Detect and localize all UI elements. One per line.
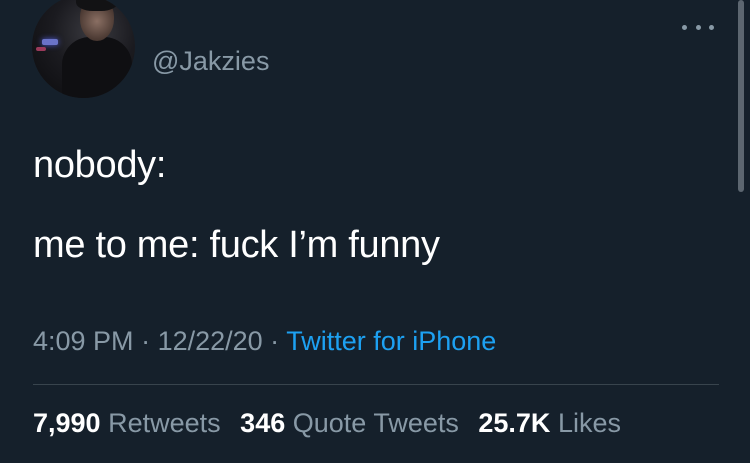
avatar-background-light: [42, 39, 58, 45]
tweet-stats: 7,990 Retweets 346 Quote Tweets 25.7K Li…: [33, 408, 633, 439]
meta-separator: ·: [133, 326, 158, 356]
meta-separator: ·: [262, 326, 287, 356]
retweets-count: 7,990: [33, 408, 101, 438]
likes-label: Likes: [557, 408, 621, 438]
dot: [695, 24, 701, 30]
likes-stat[interactable]: 25.7K Likes: [478, 408, 621, 438]
retweets-label: Retweets: [108, 408, 221, 438]
more-options-icon[interactable]: [682, 22, 714, 32]
dot: [709, 24, 714, 30]
quote-tweets-stat[interactable]: 346 Quote Tweets: [240, 408, 459, 438]
tweet-text-line: nobody:: [33, 144, 167, 186]
tweet-date: 12/22/20: [157, 326, 263, 356]
dot: [682, 24, 687, 30]
tweet-time: 4:09 PM: [33, 326, 134, 356]
avatar[interactable]: [32, 0, 135, 98]
tweet-text-line: me to me: fuck I’m funny: [33, 224, 440, 266]
avatar-background-light: [36, 47, 46, 51]
divider: [33, 384, 719, 385]
tweet-metadata: 4:09 PM · 12/22/20 · Twitter for iPhone: [33, 326, 496, 357]
retweets-stat[interactable]: 7,990 Retweets: [33, 408, 221, 438]
tweet-source-link[interactable]: Twitter for iPhone: [286, 326, 496, 356]
avatar-figure: [62, 37, 132, 98]
username[interactable]: @Jakzies: [152, 46, 269, 77]
quote-tweets-label: Quote Tweets: [292, 408, 459, 438]
tweet-detail: @Jakzies nobody: me to me: fuck I’m funn…: [0, 0, 750, 463]
scrollbar[interactable]: [738, 0, 744, 192]
likes-count: 25.7K: [478, 408, 551, 438]
quote-tweets-count: 346: [240, 408, 286, 438]
